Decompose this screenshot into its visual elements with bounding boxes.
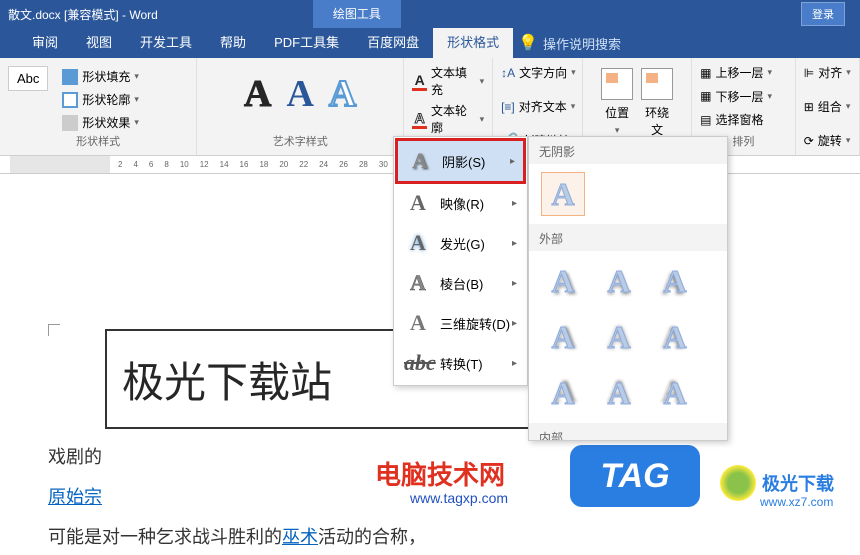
wordart-style-3[interactable]: A [329,72,356,116]
bring-forward-icon: ▦ [700,66,711,80]
outline-icon [62,92,78,108]
section-label-no-shadow: 无阴影 [529,137,727,164]
watermark-text: 电脑技术网 [375,455,505,492]
shadow-preset-outer[interactable]: A [653,259,697,303]
login-button[interactable]: 登录 [801,2,845,26]
rotate-icon: ⟳ [804,134,814,148]
menu-item-reflection[interactable]: A 映像(R)▸ [396,183,525,223]
shadow-preset-outer[interactable]: A [653,315,697,359]
shadow-preset-outer[interactable]: A [597,259,641,303]
selection-pane-button[interactable]: ▤选择窗格 [700,109,787,130]
shape-style-preset[interactable]: Abc [8,66,48,91]
tell-me-search[interactable]: 操作说明搜索 [543,34,621,53]
hyperlink[interactable]: 巫术 [282,527,318,547]
menu-item-shadow[interactable]: A 阴影(S)▸ [395,138,526,184]
shadow-gallery-panel: 无阴影 A 外部 A A A A A A A A A 内部 [528,136,728,441]
glow-icon: A [404,230,432,256]
selection-pane-icon: ▤ [700,113,711,127]
menu-item-bevel[interactable]: A 棱台(B)▸ [396,263,525,303]
shadow-preset-outer[interactable]: A [541,315,585,359]
text-outline-button[interactable]: A文本轮廓▾ [412,100,484,138]
shape-effects-button[interactable]: 形状效果▾ [58,112,143,133]
reflection-icon: A [404,190,432,216]
text-box-content[interactable]: 极光下载站 [122,349,332,410]
watermark-url-2: www.xz7.com [760,495,833,509]
wordart-style-1[interactable]: A [244,72,271,116]
bevel-icon: A [404,270,432,296]
shadow-icon: A [406,148,434,174]
logo-icon [720,465,756,501]
tab-pdf-tools[interactable]: PDF工具集 [260,28,353,58]
tab-help[interactable]: 帮助 [206,28,260,58]
tab-developer[interactable]: 开发工具 [126,28,206,58]
wordart-style-2[interactable]: A [286,72,313,116]
group-label-wordart: 艺术字样式 [205,133,395,151]
group-icon: ⊞ [804,100,814,114]
send-backward-icon: ▦ [700,89,711,103]
group-label-shape-styles: 形状样式 [8,133,188,151]
shadow-preset-outer[interactable]: A [653,371,697,415]
shadow-preset-outer[interactable]: A [541,371,585,415]
align-text-button[interactable]: [≡]对齐文本▾ [501,96,574,117]
section-label-inner: 内部 [529,423,727,441]
tag-badge: TAG [570,445,700,507]
send-backward-button[interactable]: ▦下移一层▾ [700,86,787,107]
align-objects-icon: ⊫ [804,66,814,80]
page-margin-marker [48,324,60,336]
menu-item-glow[interactable]: A 发光(G)▸ [396,223,525,263]
text-fill-button[interactable]: A文本填充▾ [412,62,484,100]
shadow-preset-outer[interactable]: A [597,315,641,359]
rotate-button[interactable]: ⟳旋转▾ [804,130,851,151]
hyperlink[interactable]: 原始宗 [48,487,102,507]
transform-icon: abc [404,350,432,376]
tab-view[interactable]: 视图 [72,28,126,58]
align-icon: [≡] [501,100,515,114]
shadow-preset-outer[interactable]: A [597,371,641,415]
shape-outline-button[interactable]: 形状轮廓▾ [58,89,143,110]
menu-item-3d-rotation[interactable]: A 三维旋转(D)▸ [396,303,525,343]
contextual-tab-drawing-tools[interactable]: 绘图工具 [313,0,401,28]
watermark-url: www.tagxp.com [410,490,508,506]
body-text-line[interactable]: 可能是对一种乞求战斗胜利的巫术活动的合称， [48,519,426,555]
text-direction-icon: ↕А [501,66,515,80]
shadow-preset-none[interactable]: A [541,172,585,216]
text-direction-button[interactable]: ↕А文字方向▾ [501,62,574,83]
align-button[interactable]: ⊫对齐▾ [804,62,851,83]
lightbulb-icon: 💡 [518,33,538,53]
bring-forward-button[interactable]: ▦上移一层▾ [700,62,787,83]
shadow-preset-outer[interactable]: A [541,259,585,303]
tab-shape-format[interactable]: 形状格式 [433,28,513,58]
shape-fill-button[interactable]: 形状填充▾ [58,66,143,87]
group-button[interactable]: ⊞组合▾ [804,96,851,117]
wrap-icon [641,68,673,100]
position-icon [601,68,633,100]
body-text-line[interactable]: 戏剧的 [48,439,102,475]
menu-item-transform[interactable]: abc 转换(T)▸ [396,343,525,383]
effects-icon [62,115,78,131]
body-text-line[interactable]: 原始宗 [48,479,102,515]
rotation-3d-icon: A [404,310,432,336]
window-title: 散文.docx [兼容模式] - Word [0,6,158,23]
section-label-outer: 外部 [529,224,727,251]
tab-baidu[interactable]: 百度网盘 [353,28,433,58]
fill-icon [62,69,78,85]
text-effects-submenu: A 阴影(S)▸ A 映像(R)▸ A 发光(G)▸ A 棱台(B)▸ A 三维… [393,136,528,386]
tab-review[interactable]: 审阅 [18,28,72,58]
